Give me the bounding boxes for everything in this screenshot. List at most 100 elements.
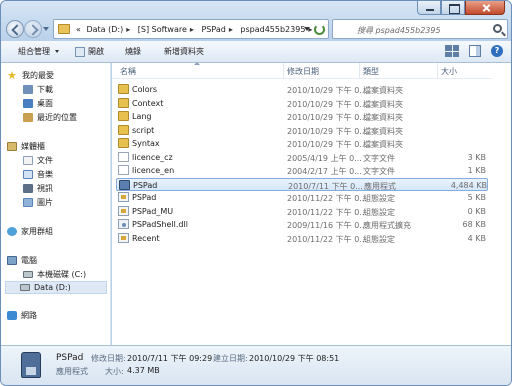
- scrollbar[interactable]: [501, 63, 511, 345]
- nav-desktop[interactable]: 桌面: [23, 97, 53, 110]
- nav-local-disk-c-label: 本機磁碟 (C:): [37, 270, 87, 279]
- file-name: Syntax: [132, 139, 160, 148]
- file-modified: 2010/7/11 下午 0...: [288, 181, 363, 191]
- file-modified: 2004/2/17 上午 0...: [287, 167, 362, 176]
- nav-favorites[interactable]: ★ 我的最愛: [7, 69, 54, 82]
- nav-recent-places[interactable]: 最近的位置: [23, 111, 77, 124]
- file-size: 68 KB: [462, 220, 486, 229]
- settings-file-icon: [118, 232, 129, 243]
- file-list: 名稱 修改日期 類型 大小 Colors 2010/10/29 下午 0... 檔案…: [112, 62, 511, 345]
- forward-button[interactable]: [24, 20, 42, 38]
- nav-homegroup[interactable]: 家用群組: [7, 225, 53, 238]
- minimize-button[interactable]: [417, 1, 441, 15]
- recent-pages-dropdown[interactable]: [43, 27, 49, 31]
- chevron-right-icon[interactable]: ▸: [190, 25, 194, 34]
- file-name: PSPad: [133, 180, 158, 190]
- file-modified: 2009/11/16 下午 0...: [287, 221, 367, 230]
- breadcrumb-pspad[interactable]: PSPad: [201, 25, 225, 34]
- nav-local-disk-c[interactable]: 本機磁碟 (C:): [23, 268, 86, 281]
- file-size: 5 KB: [467, 193, 486, 202]
- explorer-window: « Data (D:) ▸ [S] Software ▸ PSPad ▸ pspad4…: [0, 0, 512, 386]
- network-icon: [7, 311, 17, 320]
- downloads-folder-icon: [23, 85, 33, 94]
- breadcrumb-current[interactable]: pspad455b2395: [240, 25, 305, 34]
- nav-videos[interactable]: 視訊: [23, 182, 53, 195]
- folder-icon: [118, 138, 129, 148]
- search-input[interactable]: 搜尋 pspad455b2395: [332, 19, 508, 39]
- file-size: 3 KB: [467, 152, 486, 162]
- file-type: 文字文件: [363, 167, 395, 176]
- breadcrumb-overflow[interactable]: «: [76, 25, 81, 34]
- folder-icon: [118, 111, 129, 121]
- preview-pane-icon[interactable]: [469, 45, 481, 57]
- file-row[interactable]: PSPad 2010/7/11 下午 0... 應用程式 4,484 KB: [116, 177, 488, 191]
- file-row[interactable]: PSPad_MU 2010/11/22 下午 0... 組態設定 0 KB: [116, 205, 488, 218]
- file-modified: 2010/10/29 下午 0...: [287, 86, 367, 95]
- file-row[interactable]: PSPadShell.dll 2009/11/16 下午 0... 應用程式擴充 68…: [116, 218, 488, 231]
- sort-ascending-icon: [194, 62, 200, 65]
- refresh-icon[interactable]: [314, 24, 325, 35]
- breadcrumb-software[interactable]: [S] Software: [138, 25, 187, 34]
- file-row[interactable]: licence_en 2004/2/17 上午 0... 文字文件 1 KB: [116, 164, 488, 177]
- file-modified: 2010/10/29 下午 0...: [287, 99, 367, 109]
- dll-file-icon: [118, 219, 129, 229]
- file-type: 檔案資料夾: [363, 126, 403, 136]
- address-bar[interactable]: « Data (D:) ▸ [S] Software ▸ PSPad ▸ pspad4…: [53, 19, 329, 39]
- open-button[interactable]: 開啟: [75, 46, 104, 57]
- nav-downloads[interactable]: 下載: [23, 83, 53, 96]
- file-type: 組態設定: [363, 234, 395, 244]
- documents-icon: [23, 156, 33, 165]
- new-folder-label: 新增資料夾: [164, 47, 204, 56]
- drive-icon: [23, 271, 33, 278]
- burn-button[interactable]: 燒錄: [125, 46, 141, 57]
- nav-network[interactable]: 網路: [7, 309, 37, 322]
- new-folder-button[interactable]: 新增資料夾: [164, 46, 204, 57]
- file-row[interactable]: PSPad 2010/11/22 下午 0... 組態設定 5 KB: [116, 191, 488, 204]
- file-modified: 2005/4/19 上午 0...: [287, 153, 362, 163]
- file-row[interactable]: licence_cz 2005/4/19 上午 0... 文字文件 3 KB: [116, 151, 488, 164]
- breadcrumb-drive[interactable]: Data (D:): [86, 25, 123, 34]
- view-options-icon[interactable]: [445, 45, 459, 57]
- file-modified: 2010/11/22 下午 0...: [287, 207, 367, 217]
- maximize-button[interactable]: [441, 1, 465, 15]
- column-name[interactable]: 名稱: [120, 66, 136, 77]
- nav-music[interactable]: 音樂: [23, 168, 53, 181]
- column-modified[interactable]: 修改日期: [287, 66, 319, 77]
- file-row[interactable]: Colors 2010/10/29 下午 0... 檔案資料夾: [116, 83, 488, 96]
- title-bar: « Data (D:) ▸ [S] Software ▸ PSPad ▸ pspad4…: [1, 1, 511, 41]
- nav-pictures[interactable]: 圖片: [23, 196, 53, 209]
- address-dropdown-icon[interactable]: [304, 27, 310, 31]
- column-divider[interactable]: [283, 63, 284, 78]
- organize-button[interactable]: 組合管理: [18, 46, 59, 57]
- file-modified: 2010/11/22 下午 0...: [287, 234, 367, 244]
- file-name: PSPad_MU: [132, 206, 174, 216]
- file-row[interactable]: Recent 2010/11/22 下午 0... 組態設定 4 KB: [116, 232, 488, 245]
- help-icon[interactable]: ?: [491, 45, 503, 57]
- video-icon: [23, 184, 33, 193]
- file-modified: 2010/11/22 下午 0...: [287, 194, 367, 203]
- nav-videos-label: 視訊: [37, 184, 53, 193]
- nav-data-d[interactable]: Data (D:): [5, 281, 107, 294]
- file-row[interactable]: Lang 2010/10/29 下午 0... 檔案資料夾: [116, 110, 488, 123]
- file-modified: 2010/10/29 下午 0...: [287, 140, 367, 149]
- file-row[interactable]: Syntax 2010/10/29 下午 0... 檔案資料夾: [116, 137, 488, 150]
- column-type[interactable]: 類型: [363, 66, 379, 77]
- chevron-right-icon[interactable]: ▸: [126, 25, 130, 34]
- chevron-right-icon[interactable]: ▸: [229, 25, 233, 34]
- file-size: 4 KB: [467, 233, 486, 243]
- file-row[interactable]: Context 2010/10/29 下午 0... 檔案資料夾: [116, 97, 488, 110]
- search-icon[interactable]: [493, 24, 502, 33]
- close-button[interactable]: [465, 1, 505, 15]
- text-document-icon: [118, 151, 129, 162]
- music-icon: [23, 170, 33, 179]
- nav-libraries[interactable]: 媒體櫃: [7, 140, 45, 153]
- nav-computer[interactable]: 電腦: [7, 254, 37, 267]
- column-size[interactable]: 大小: [441, 66, 457, 77]
- pictures-icon: [23, 198, 33, 207]
- file-row[interactable]: script 2010/10/29 下午 0... 檔案資料夾: [116, 124, 488, 137]
- column-divider[interactable]: [437, 63, 438, 78]
- nav-documents[interactable]: 文件: [23, 154, 53, 167]
- column-divider[interactable]: [359, 63, 360, 78]
- details-size-value: 4.37 MB: [127, 366, 160, 375]
- back-button[interactable]: [6, 20, 24, 38]
